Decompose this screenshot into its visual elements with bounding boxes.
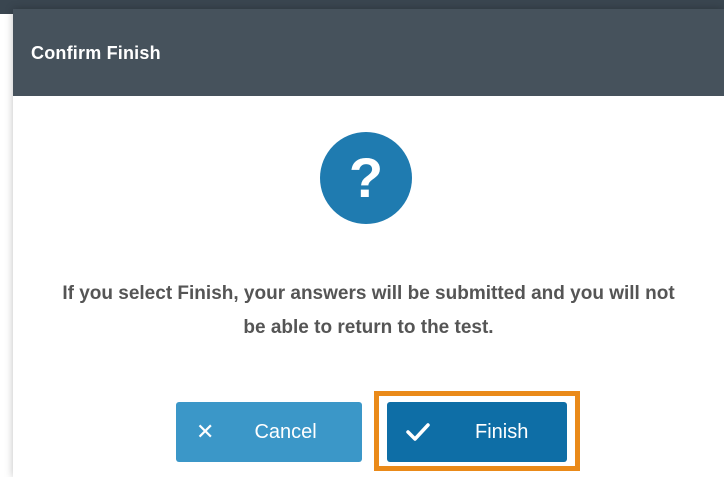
dialog-body: ? If you select Finish, your answers wil… [13,96,724,477]
cancel-button[interactable]: ✕ Cancel [176,402,362,462]
cancel-button-label: Cancel [254,420,317,443]
finish-button[interactable]: Finish [387,402,567,462]
confirm-finish-dialog: Confirm Finish ? If you select Finish, y… [13,9,724,477]
confirmation-message: If you select Finish, your answers will … [62,283,675,338]
question-glyph: ? [348,146,384,209]
question-icon: ? [320,132,412,224]
dialog-title: Confirm Finish [31,43,161,63]
checkmark-icon [405,421,431,443]
close-icon: ✕ [196,419,215,444]
finish-button-label: Finish [475,420,529,443]
dialog-titlebar: Confirm Finish [13,9,724,96]
screen: Confirm Finish ? If you select Finish, y… [0,0,724,477]
